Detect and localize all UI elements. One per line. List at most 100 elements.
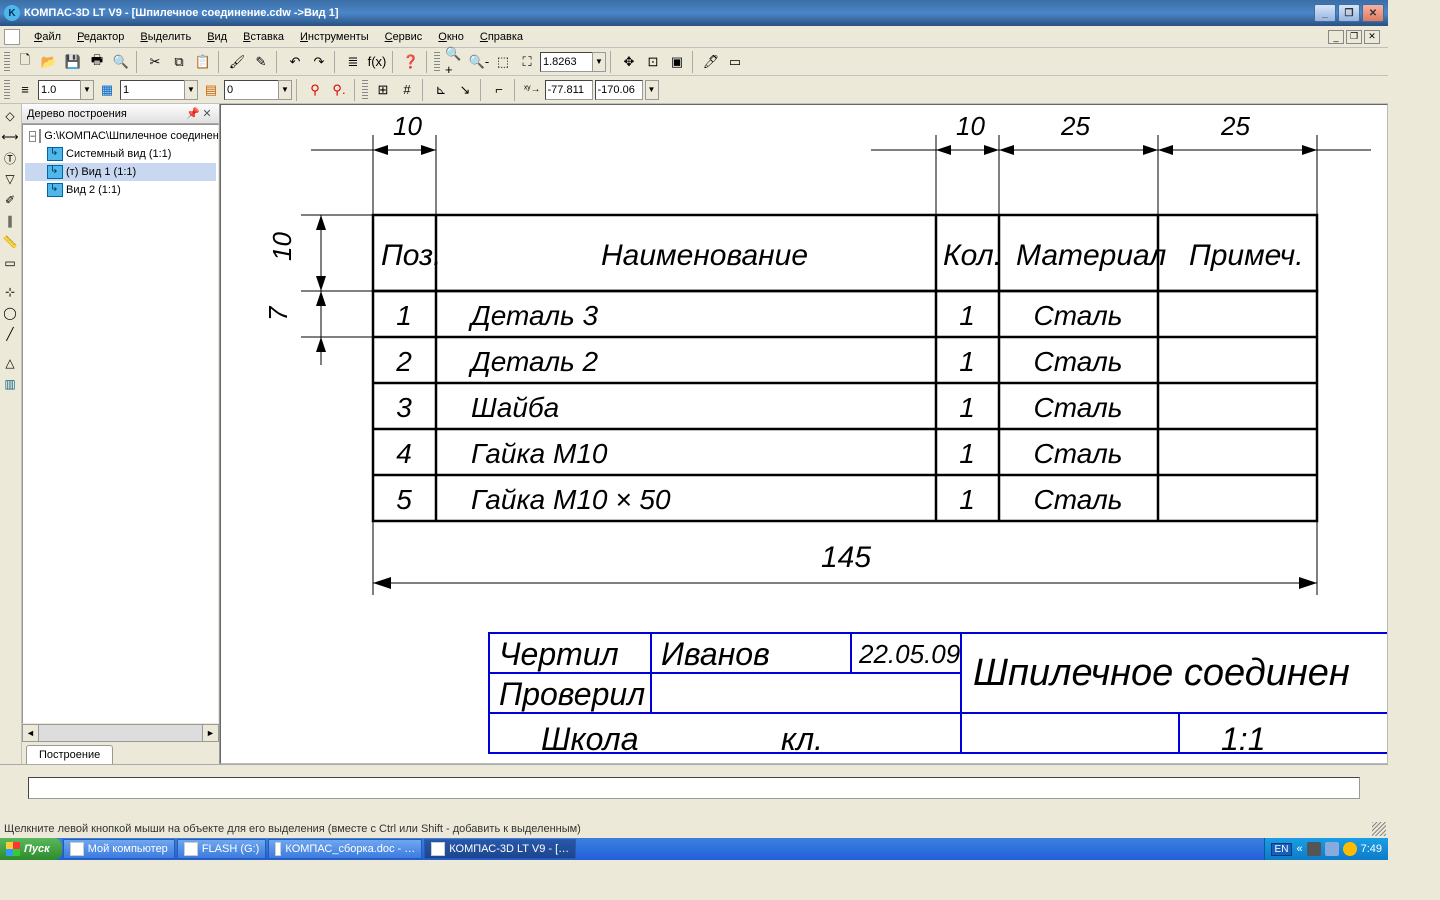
menu-Окно[interactable]: Окно: [430, 29, 472, 45]
lt-input[interactable]: [224, 80, 278, 100]
geometry-tool[interactable]: ◇: [0, 106, 20, 126]
scroll-right[interactable]: ►: [202, 724, 219, 742]
linewidth-input[interactable]: [38, 80, 80, 100]
system-tray[interactable]: EN « 7:49: [1264, 838, 1388, 860]
minimize-button[interactable]: _: [1314, 4, 1336, 22]
layer-input[interactable]: [120, 80, 184, 100]
linewidth-combo[interactable]: ▼: [38, 80, 94, 100]
menu-Справка[interactable]: Справка: [472, 29, 531, 45]
zoom-input[interactable]: [540, 52, 592, 72]
tray-icon-1[interactable]: [1307, 842, 1321, 856]
window-button[interactable]: ▭: [724, 51, 746, 73]
ortho-button[interactable]: ⊾: [430, 79, 452, 101]
lt-btn[interactable]: ▤: [200, 79, 222, 101]
save-button[interactable]: 💾: [62, 51, 84, 73]
copy-props-button[interactable]: 🖌: [226, 51, 248, 73]
lt-combo[interactable]: ▼: [224, 80, 292, 100]
redraw-button[interactable]: 🖊: [700, 51, 722, 73]
select-tool[interactable]: ▭: [0, 253, 20, 273]
lt-dropdown[interactable]: ▼: [278, 80, 292, 100]
zoom-out-button[interactable]: 🔍-: [468, 51, 490, 73]
zoom-in-button[interactable]: 🔍+: [444, 51, 466, 73]
zoom-window-button[interactable]: ⬚: [492, 51, 514, 73]
menu-Сервис[interactable]: Сервис: [377, 29, 431, 45]
menu-Инструменты[interactable]: Инструменты: [292, 29, 377, 45]
layer-combo[interactable]: ▼: [120, 80, 198, 100]
menu-Вид[interactable]: Вид: [199, 29, 235, 45]
manager-button[interactable]: ≣: [342, 51, 364, 73]
edit-tool[interactable]: ✐: [0, 190, 20, 210]
menu-Выделить[interactable]: Выделить: [132, 29, 199, 45]
tree-item-0[interactable]: Системный вид (1:1): [25, 145, 216, 163]
restore-button[interactable]: ❐: [1338, 4, 1360, 22]
coord-dropdown[interactable]: ▼: [645, 80, 659, 100]
layer-dropdown[interactable]: ▼: [184, 80, 198, 100]
close-button[interactable]: ✕: [1362, 4, 1384, 22]
cut-button[interactable]: ✂: [144, 51, 166, 73]
doc-minimize[interactable]: _: [1328, 30, 1344, 44]
tree-tab[interactable]: Построение: [26, 745, 113, 764]
taskbar-button-0[interactable]: Мой компьютер: [63, 839, 175, 859]
grid-snap-button[interactable]: #: [396, 79, 418, 101]
measure-tool[interactable]: 📏: [0, 232, 20, 252]
redo-button[interactable]: ↷: [308, 51, 330, 73]
param-tool[interactable]: ∥: [0, 211, 20, 231]
taskbar-button-1[interactable]: FLASH (G:): [177, 839, 266, 859]
tree-hscroll[interactable]: ◄ ►: [22, 724, 219, 742]
new-button[interactable]: 🗋: [14, 51, 36, 73]
menu-Файл[interactable]: Файл: [26, 29, 69, 45]
line-tool[interactable]: ╱: [0, 324, 20, 344]
tree-item-1[interactable]: (т) Вид 1 (1:1): [25, 163, 216, 181]
zoom-dropdown[interactable]: ▼: [592, 52, 606, 72]
tree-item-2[interactable]: Вид 2 (1:1): [25, 181, 216, 199]
round-button[interactable]: ↘: [454, 79, 476, 101]
coord-x[interactable]: [545, 80, 593, 100]
tree-root[interactable]: − G:\КОМПАС\Шпилечное соединен: [25, 127, 216, 145]
vars-button[interactable]: f(x): [366, 51, 388, 73]
notation-tool[interactable]: Ⓣ: [0, 148, 20, 168]
preview-button[interactable]: 🔍: [110, 51, 132, 73]
doc-close[interactable]: ✕: [1364, 30, 1380, 44]
layer-btn[interactable]: ▦: [96, 79, 118, 101]
point-tool[interactable]: ⊹: [0, 282, 20, 302]
scroll-left[interactable]: ◄: [22, 724, 39, 742]
menu-Вставка[interactable]: Вставка: [235, 29, 292, 45]
help-cursor-button[interactable]: ❓: [400, 51, 422, 73]
command-input[interactable]: [28, 777, 1360, 799]
pan-button[interactable]: ✥: [618, 51, 640, 73]
tree-close[interactable]: ✕: [200, 107, 214, 121]
tray-icon-3[interactable]: [1343, 842, 1357, 856]
zoom-prev-button[interactable]: ⊡: [642, 51, 664, 73]
tray-chevron[interactable]: «: [1296, 843, 1302, 855]
lines-menu-button[interactable]: ≡: [14, 79, 36, 101]
grid-button[interactable]: ⊞: [372, 79, 394, 101]
rough-tool[interactable]: ▽: [0, 169, 20, 189]
taskbar-button-2[interactable]: КОМПАС_сборка.doc - …: [268, 839, 422, 859]
zoom-all-button[interactable]: ▣: [666, 51, 688, 73]
properties-button[interactable]: ✎: [250, 51, 272, 73]
tree-body[interactable]: − G:\КОМПАС\Шпилечное соединен Системный…: [22, 124, 219, 724]
scroll-track[interactable]: [39, 724, 202, 742]
clock[interactable]: 7:49: [1361, 843, 1382, 855]
tray-icon-2[interactable]: [1325, 842, 1339, 856]
drawing-canvas[interactable]: .thin{stroke:#000;stroke-width:1;fill:no…: [220, 104, 1388, 764]
collapse-icon[interactable]: −: [29, 131, 36, 142]
linewidth-dropdown[interactable]: ▼: [80, 80, 94, 100]
lcs-button[interactable]: ⌐: [488, 79, 510, 101]
undo-button[interactable]: ↶: [284, 51, 306, 73]
circle-tool[interactable]: ◯: [0, 303, 20, 323]
copy-button[interactable]: ⧉: [168, 51, 190, 73]
doc-restore[interactable]: ❐: [1346, 30, 1362, 44]
zoom-fit-button[interactable]: ⛶: [516, 51, 538, 73]
paste-button[interactable]: 📋: [192, 51, 214, 73]
zoom-combo[interactable]: ▼: [540, 52, 606, 72]
snap-toggle[interactable]: ⚲: [304, 79, 326, 101]
snap-settings[interactable]: ⚲.: [328, 79, 350, 101]
lang-indicator[interactable]: EN: [1271, 843, 1293, 856]
taskbar-button-3[interactable]: КОМПАС-3D LT V9 - […: [424, 839, 576, 859]
spec-tool[interactable]: ▥: [0, 374, 20, 394]
tree-pin[interactable]: 📌: [186, 107, 200, 121]
aux-tool[interactable]: △: [0, 353, 20, 373]
print-button[interactable]: 🖶: [86, 51, 108, 73]
start-button[interactable]: Пуск: [0, 838, 62, 860]
